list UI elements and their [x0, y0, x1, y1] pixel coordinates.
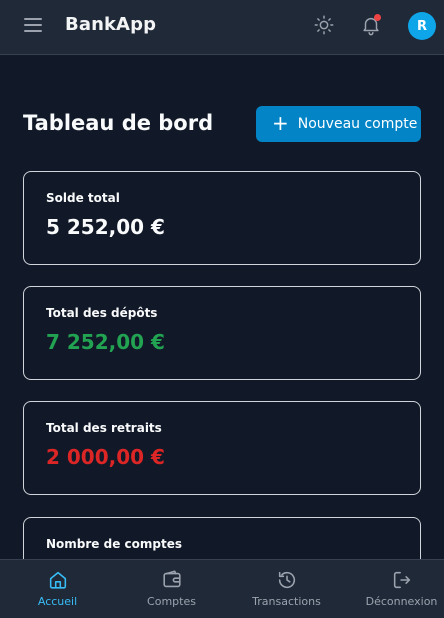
top-bar: BankApp R	[0, 0, 444, 55]
sun-icon[interactable]	[313, 14, 335, 36]
card-label: Solde total	[46, 191, 120, 205]
new-account-button[interactable]: + Nouveau compte	[256, 106, 421, 142]
total-deposits-card: Total des dépôts 7 252,00 €	[23, 286, 421, 380]
card-value: 5 252,00 €	[46, 215, 165, 239]
card-label: Total des dépôts	[46, 306, 158, 320]
nav-item-logout[interactable]: Déconnexion	[346, 560, 444, 618]
nav-label: Comptes	[147, 595, 196, 608]
menu-icon[interactable]	[24, 17, 42, 33]
nav-label: Transactions	[252, 595, 321, 608]
new-account-label: Nouveau compte	[297, 116, 418, 132]
nav-label: Déconnexion	[365, 595, 438, 608]
home-icon	[49, 571, 66, 589]
history-icon	[278, 571, 295, 589]
bell-icon[interactable]	[360, 14, 382, 36]
card-value: 7 252,00 €	[46, 330, 165, 354]
page-title: Tableau de bord	[23, 111, 214, 135]
nav-item-home[interactable]: Accueil	[2, 560, 113, 618]
nav-label: Accueil	[37, 595, 78, 608]
card-value: 2 000,00 €	[46, 445, 165, 469]
notification-dot	[374, 14, 381, 21]
app-title: BankApp	[65, 14, 157, 35]
avatar[interactable]: R	[408, 12, 436, 40]
plus-icon: +	[272, 111, 289, 135]
card-label: Total des retraits	[46, 421, 162, 435]
wallet-icon	[162, 570, 181, 588]
bottom-nav: Accueil Comptes Transactions Déconnexion	[0, 559, 444, 618]
logout-icon	[393, 571, 410, 589]
total-withdrawals-card: Total des retraits 2 000,00 €	[23, 401, 421, 495]
card-label: Nombre de comptes	[46, 537, 182, 551]
nav-item-accounts[interactable]: Comptes	[116, 560, 227, 618]
total-balance-card: Solde total 5 252,00 €	[23, 171, 421, 265]
nav-item-transactions[interactable]: Transactions	[231, 560, 342, 618]
